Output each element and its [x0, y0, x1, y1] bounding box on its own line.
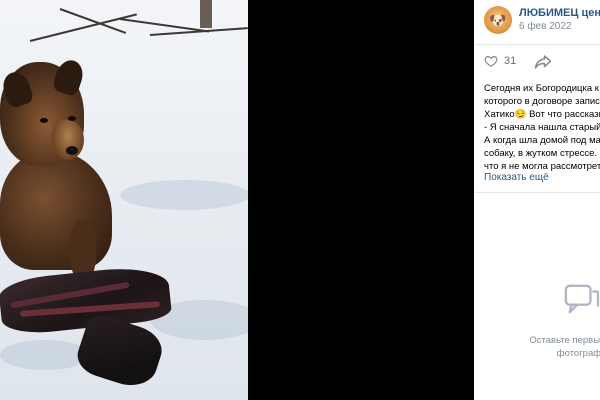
- show-more-link[interactable]: Показать ещё: [484, 172, 549, 183]
- post-header: 🐶 ЛЮБИМЕЦ центр п 6 фев 2022: [474, 0, 600, 42]
- post-text-line: собаку, в жутком стрессе. С: [484, 148, 600, 159]
- post-text: Сегодня их Богородицка к н которого в до…: [484, 82, 600, 173]
- post-text-line: Сегодня их Богородицка к н: [484, 83, 600, 94]
- post-actions: 31: [474, 50, 600, 74]
- divider: [474, 192, 600, 193]
- comments-empty-text: Оставьте первый комм фотографі: [500, 334, 600, 360]
- dog-nose: [66, 146, 78, 155]
- share-arrow-icon[interactable]: [534, 54, 552, 70]
- comments-empty-state: Оставьте первый комм фотографі: [474, 282, 600, 372]
- like-count: 31: [504, 55, 517, 67]
- post-text-line: - Я сначала нашла старый р: [484, 122, 600, 133]
- group-avatar[interactable]: 🐶: [484, 6, 512, 34]
- heart-icon: [484, 56, 498, 67]
- dog-eye: [40, 118, 48, 123]
- comments-empty-line: фотографі: [556, 348, 600, 359]
- dog-eye: [68, 116, 76, 121]
- post-sidebar: 🐶 ЛЮБИМЕЦ центр п 6 фев 2022 31 Сегодня …: [474, 0, 600, 400]
- snow-drift: [120, 180, 248, 210]
- post-text-line: Хатико😏 Вот что рассказы: [484, 109, 600, 120]
- post-text-line: которого в договоре записа: [484, 96, 600, 107]
- post-date[interactable]: 6 фев 2022: [519, 21, 571, 32]
- tree-trunk: [200, 0, 212, 28]
- comments-empty-line: Оставьте первый комм: [529, 335, 600, 346]
- speech-bubble-icon: [564, 284, 600, 314]
- post-photo[interactable]: [0, 0, 248, 400]
- post-text-line: А когда шла домой под ма: [484, 135, 600, 146]
- divider: [474, 44, 600, 45]
- like-button[interactable]: 31: [484, 54, 516, 68]
- group-name-link[interactable]: ЛЮБИМЕЦ центр п: [519, 7, 600, 19]
